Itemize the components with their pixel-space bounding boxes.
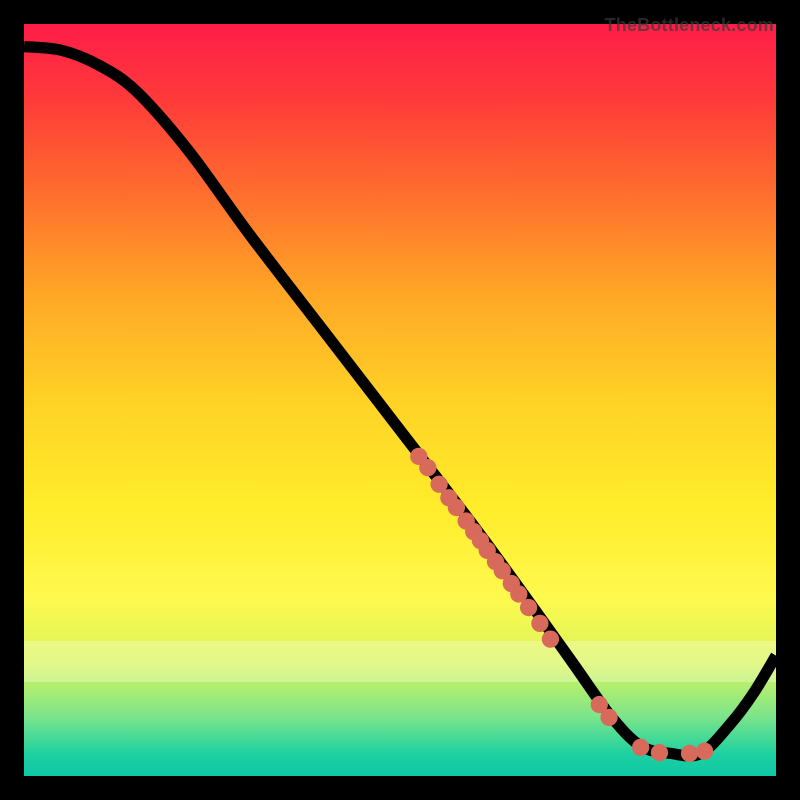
chart-root: TheBottleneck.com bbox=[0, 0, 800, 800]
plot-area bbox=[24, 24, 776, 776]
